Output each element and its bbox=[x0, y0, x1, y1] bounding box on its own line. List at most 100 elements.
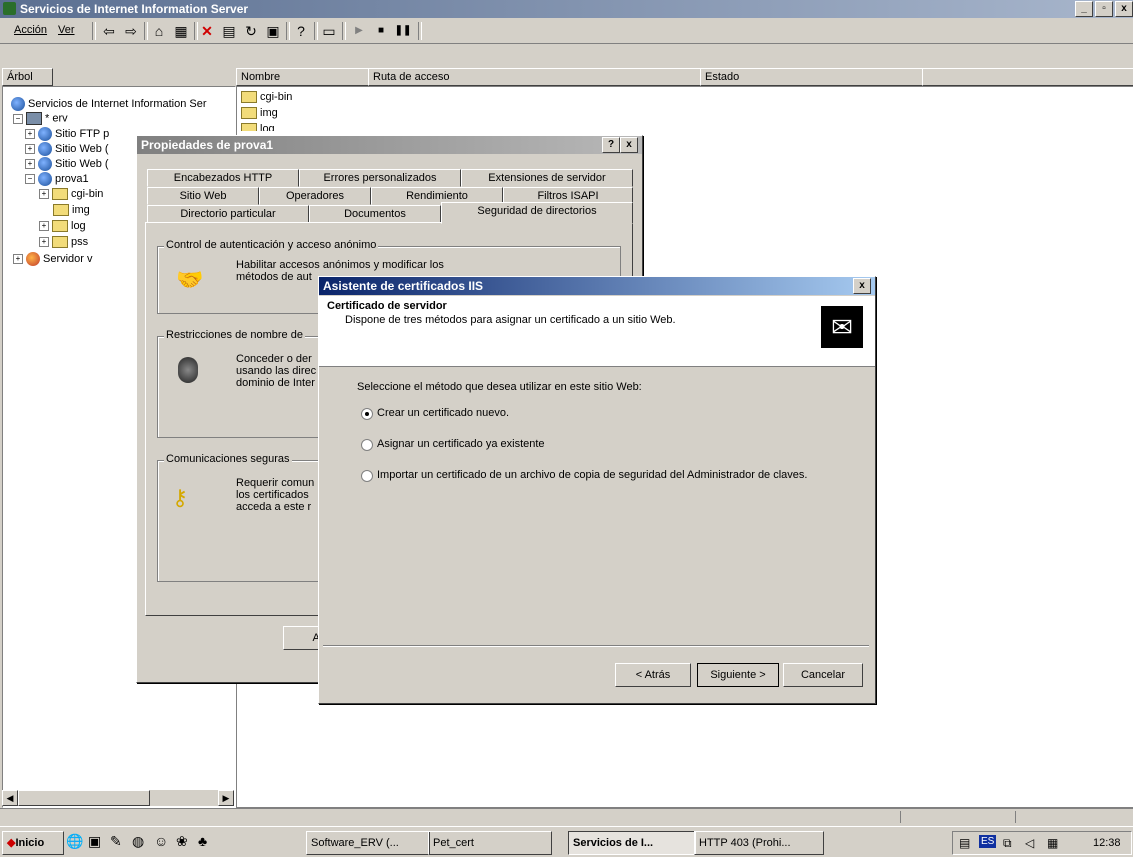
wizard-header-subtitle: Dispone de tres métodos para asignar un … bbox=[345, 314, 676, 326]
tab-documentos[interactable]: Documentos bbox=[309, 205, 441, 223]
expand-icon[interactable]: + bbox=[13, 254, 23, 264]
menu-accion[interactable]: Acción bbox=[14, 24, 47, 36]
tool-icon[interactable]: ✎ bbox=[110, 833, 122, 850]
tab-operadores[interactable]: Operadores bbox=[259, 187, 371, 205]
expand-icon[interactable]: + bbox=[39, 221, 49, 232]
tab-extensiones[interactable]: Extensiones de servidor bbox=[461, 169, 633, 187]
auth-group-label: Control de autenticación y acceso anónim… bbox=[164, 239, 379, 251]
expand-icon[interactable]: + bbox=[25, 144, 35, 154]
tree-server[interactable]: − * erv bbox=[13, 112, 68, 125]
volume-icon[interactable]: ◁ bbox=[1025, 836, 1034, 850]
tree-img[interactable]: img bbox=[53, 204, 90, 217]
help-button[interactable]: ? bbox=[602, 137, 620, 153]
maximize-button[interactable]: ▫ bbox=[1095, 1, 1113, 17]
column-empty bbox=[922, 68, 1133, 86]
collapse-icon[interactable]: − bbox=[13, 113, 23, 124]
column-nombre[interactable]: Nombre bbox=[236, 68, 372, 86]
key-icon: ⚷ bbox=[172, 485, 189, 510]
column-estado[interactable]: Estado bbox=[700, 68, 926, 86]
task-software-erv[interactable]: Software_ERV (... bbox=[306, 831, 430, 855]
close-button[interactable]: x bbox=[853, 278, 871, 294]
column-ruta[interactable]: Ruta de acceso bbox=[368, 68, 704, 86]
tab-encabezados[interactable]: Encabezados HTTP bbox=[147, 169, 299, 187]
task-http-403[interactable]: HTTP 403 (Prohi... bbox=[694, 831, 824, 855]
tree-prova1[interactable]: − prova1 bbox=[25, 172, 89, 186]
radio-import-backup[interactable] bbox=[361, 470, 373, 482]
option-import-backup-label[interactable]: Importar un certificado de un archivo de… bbox=[377, 469, 807, 481]
tab-directorio[interactable]: Directorio particular bbox=[147, 205, 309, 223]
ladybug-icon[interactable]: ❀ bbox=[176, 833, 188, 850]
refresh-icon[interactable]: ↻ bbox=[242, 22, 260, 40]
next-button[interactable]: Siguiente > bbox=[697, 663, 779, 687]
ip-group-text: Conceder o der usando las direc dominio … bbox=[236, 353, 317, 389]
close-button[interactable]: x bbox=[620, 137, 638, 153]
play-icon[interactable]: ▶ bbox=[350, 22, 368, 40]
back-button[interactable]: < Atrás bbox=[615, 663, 691, 687]
tray-app-icon[interactable]: ▤ bbox=[959, 836, 970, 850]
expand-icon[interactable]: + bbox=[39, 237, 49, 248]
properties-title-bar[interactable]: Propiedades de prova1 ? x bbox=[137, 136, 642, 154]
close-button[interactable]: x bbox=[1115, 1, 1133, 17]
wizard-title-bar[interactable]: Asistente de certificados IIS x bbox=[319, 277, 875, 295]
show-tree-icon[interactable]: ▦ bbox=[172, 22, 190, 40]
tree-web2[interactable]: + Sitio Web ( bbox=[25, 157, 109, 171]
ip-group-label: Restricciones de nombre de bbox=[164, 329, 305, 341]
ie-icon[interactable]: 🌐 bbox=[66, 833, 83, 850]
clock[interactable]: 12:38 bbox=[1093, 837, 1121, 849]
system-tray: ▤ ES ⧉ ◁ ▦ 12:38 bbox=[952, 831, 1132, 855]
computer-icon[interactable]: ▭ bbox=[320, 22, 338, 40]
radio-assign-existing[interactable] bbox=[361, 439, 373, 451]
winamp-icon[interactable]: ◍ bbox=[132, 833, 144, 850]
tree-pss[interactable]: + pss bbox=[39, 236, 88, 249]
list-item[interactable]: img bbox=[241, 107, 278, 120]
wizard-prompt: Seleccione el método que desea utilizar … bbox=[357, 381, 642, 393]
properties-title: Propiedades de prova1 bbox=[141, 138, 274, 152]
stop-icon[interactable]: ■ bbox=[372, 22, 390, 40]
start-button[interactable]: ◆Inicio bbox=[2, 831, 64, 855]
up-folder-icon[interactable]: ⌂ bbox=[150, 22, 168, 40]
tree-cgibin[interactable]: + cgi-bin bbox=[39, 188, 103, 201]
option-assign-existing-label[interactable]: Asignar un certificado ya existente bbox=[377, 438, 545, 450]
tab-seguridad[interactable]: Seguridad de directorios bbox=[441, 202, 633, 224]
wizard-header: Certificado de servidor Dispone de tres … bbox=[319, 296, 875, 367]
expand-icon[interactable]: + bbox=[25, 129, 35, 139]
task-pet-cert[interactable]: Pet_cert bbox=[428, 831, 552, 855]
radio-create-new[interactable] bbox=[361, 408, 373, 420]
minimize-button[interactable]: _ bbox=[1075, 1, 1093, 17]
list-item[interactable]: log bbox=[241, 123, 275, 131]
tree-icon[interactable]: ♣ bbox=[198, 833, 207, 849]
properties-icon[interactable]: ▤ bbox=[220, 22, 238, 40]
back-icon[interactable]: ⇦ bbox=[100, 22, 118, 40]
network-icon[interactable]: ⧉ bbox=[1003, 836, 1012, 851]
tree-horizontal-scrollbar[interactable]: ◀ ▶ bbox=[2, 790, 234, 806]
tab-errores[interactable]: Errores personalizados bbox=[299, 169, 461, 187]
tree-tab[interactable]: Árbol bbox=[2, 68, 53, 86]
scroll-right-icon[interactable]: ▶ bbox=[218, 790, 234, 806]
help-icon[interactable]: ? bbox=[292, 22, 310, 40]
tree-web1[interactable]: + Sitio Web ( bbox=[25, 142, 109, 156]
scroll-left-icon[interactable]: ◀ bbox=[2, 790, 18, 806]
tree-servidor[interactable]: + Servidor v bbox=[13, 252, 93, 266]
scroll-thumb[interactable] bbox=[18, 790, 150, 806]
expand-icon[interactable]: + bbox=[25, 159, 35, 169]
tree-log[interactable]: + log bbox=[39, 220, 86, 233]
delete-icon[interactable]: ✕ bbox=[198, 22, 216, 40]
list-item[interactable]: cgi-bin bbox=[241, 91, 292, 104]
collapse-icon[interactable]: − bbox=[25, 174, 35, 184]
tree-root[interactable]: Servicios de Internet Information Ser bbox=[11, 97, 207, 111]
export-icon[interactable]: ▣ bbox=[264, 22, 282, 40]
forward-icon[interactable]: ⇨ bbox=[122, 22, 140, 40]
cancel-button[interactable]: Cancelar bbox=[783, 663, 863, 687]
language-indicator[interactable]: ES bbox=[979, 835, 997, 848]
monitor-icon[interactable]: ▦ bbox=[1047, 836, 1058, 850]
tree-ftp[interactable]: + Sitio FTP p bbox=[25, 127, 109, 141]
option-create-new-label[interactable]: Crear un certificado nuevo. bbox=[377, 407, 509, 419]
messenger-icon[interactable]: ☺ bbox=[154, 833, 168, 849]
main-title-bar[interactable]: Servicios de Internet Information Server… bbox=[0, 0, 1133, 18]
menu-ver[interactable]: Ver bbox=[58, 24, 75, 36]
desktop-icon[interactable]: ▣ bbox=[88, 833, 101, 850]
tab-sitio-web[interactable]: Sitio Web bbox=[147, 187, 259, 205]
expand-icon[interactable]: + bbox=[39, 189, 49, 200]
pause-icon[interactable]: ❚❚ bbox=[394, 22, 412, 40]
task-servicios[interactable]: Servicios de I... bbox=[568, 831, 696, 855]
